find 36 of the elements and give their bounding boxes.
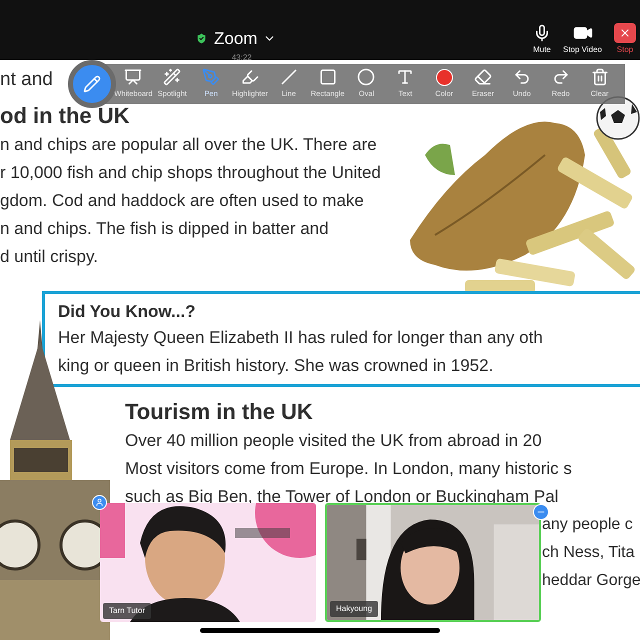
undo-icon xyxy=(512,68,531,86)
paragraph-text: n and chips are popular all over the UK. There are r 10,000 fish and chip shops throughout the United gdom. Cod and haddock are often used to make n and chips. The fish is dipped in batter and d until crispy. xyxy=(0,134,382,268)
pen-icon xyxy=(202,68,220,86)
paragraph-text: nt and xyxy=(0,68,53,92)
mute-button[interactable]: Mute xyxy=(533,23,551,56)
microphone-icon xyxy=(533,23,551,43)
video-tile[interactable]: Hakyoung xyxy=(325,503,541,622)
minimize-icon[interactable] xyxy=(533,504,549,520)
line-icon xyxy=(280,68,298,86)
pencil-icon xyxy=(83,75,101,93)
meeting-title-button[interactable]: Zoom xyxy=(195,26,276,52)
section-heading: od in the UK xyxy=(0,102,130,128)
section-heading: Tourism in the UK xyxy=(125,398,313,426)
whiteboard-icon xyxy=(124,68,142,86)
circle-icon xyxy=(357,68,376,86)
annotate-button[interactable] xyxy=(68,60,116,108)
paragraph-text: heddar Gorge xyxy=(542,570,640,590)
participant-name: Tarn Tutor xyxy=(103,603,152,619)
video-tile[interactable]: Tarn Tutor xyxy=(100,503,316,622)
fact-heading: Did You Know...? xyxy=(58,300,197,322)
participant-name: Hakyoung xyxy=(330,601,378,617)
eraser-icon xyxy=(474,68,492,86)
text-icon xyxy=(396,68,414,86)
shield-icon xyxy=(195,32,208,46)
highlighter-icon xyxy=(240,68,259,86)
fact-text: Her Majesty Queen Elizabeth II has ruled for longer than any oth king or queen in British history. She was crowned in 1952. xyxy=(58,326,544,376)
meeting-timer: 43:22 xyxy=(232,52,252,64)
paragraph-text: ch Ness, Tita xyxy=(542,542,634,562)
stop-share-button[interactable]: Stop xyxy=(614,23,636,56)
rectangle-icon xyxy=(318,68,337,86)
redo-icon xyxy=(552,68,570,86)
wand-icon xyxy=(163,68,182,86)
paragraph-text: any people c xyxy=(542,514,633,534)
close-icon xyxy=(614,23,636,43)
trash-icon xyxy=(590,68,609,86)
video-button[interactable]: Stop Video xyxy=(563,23,602,56)
